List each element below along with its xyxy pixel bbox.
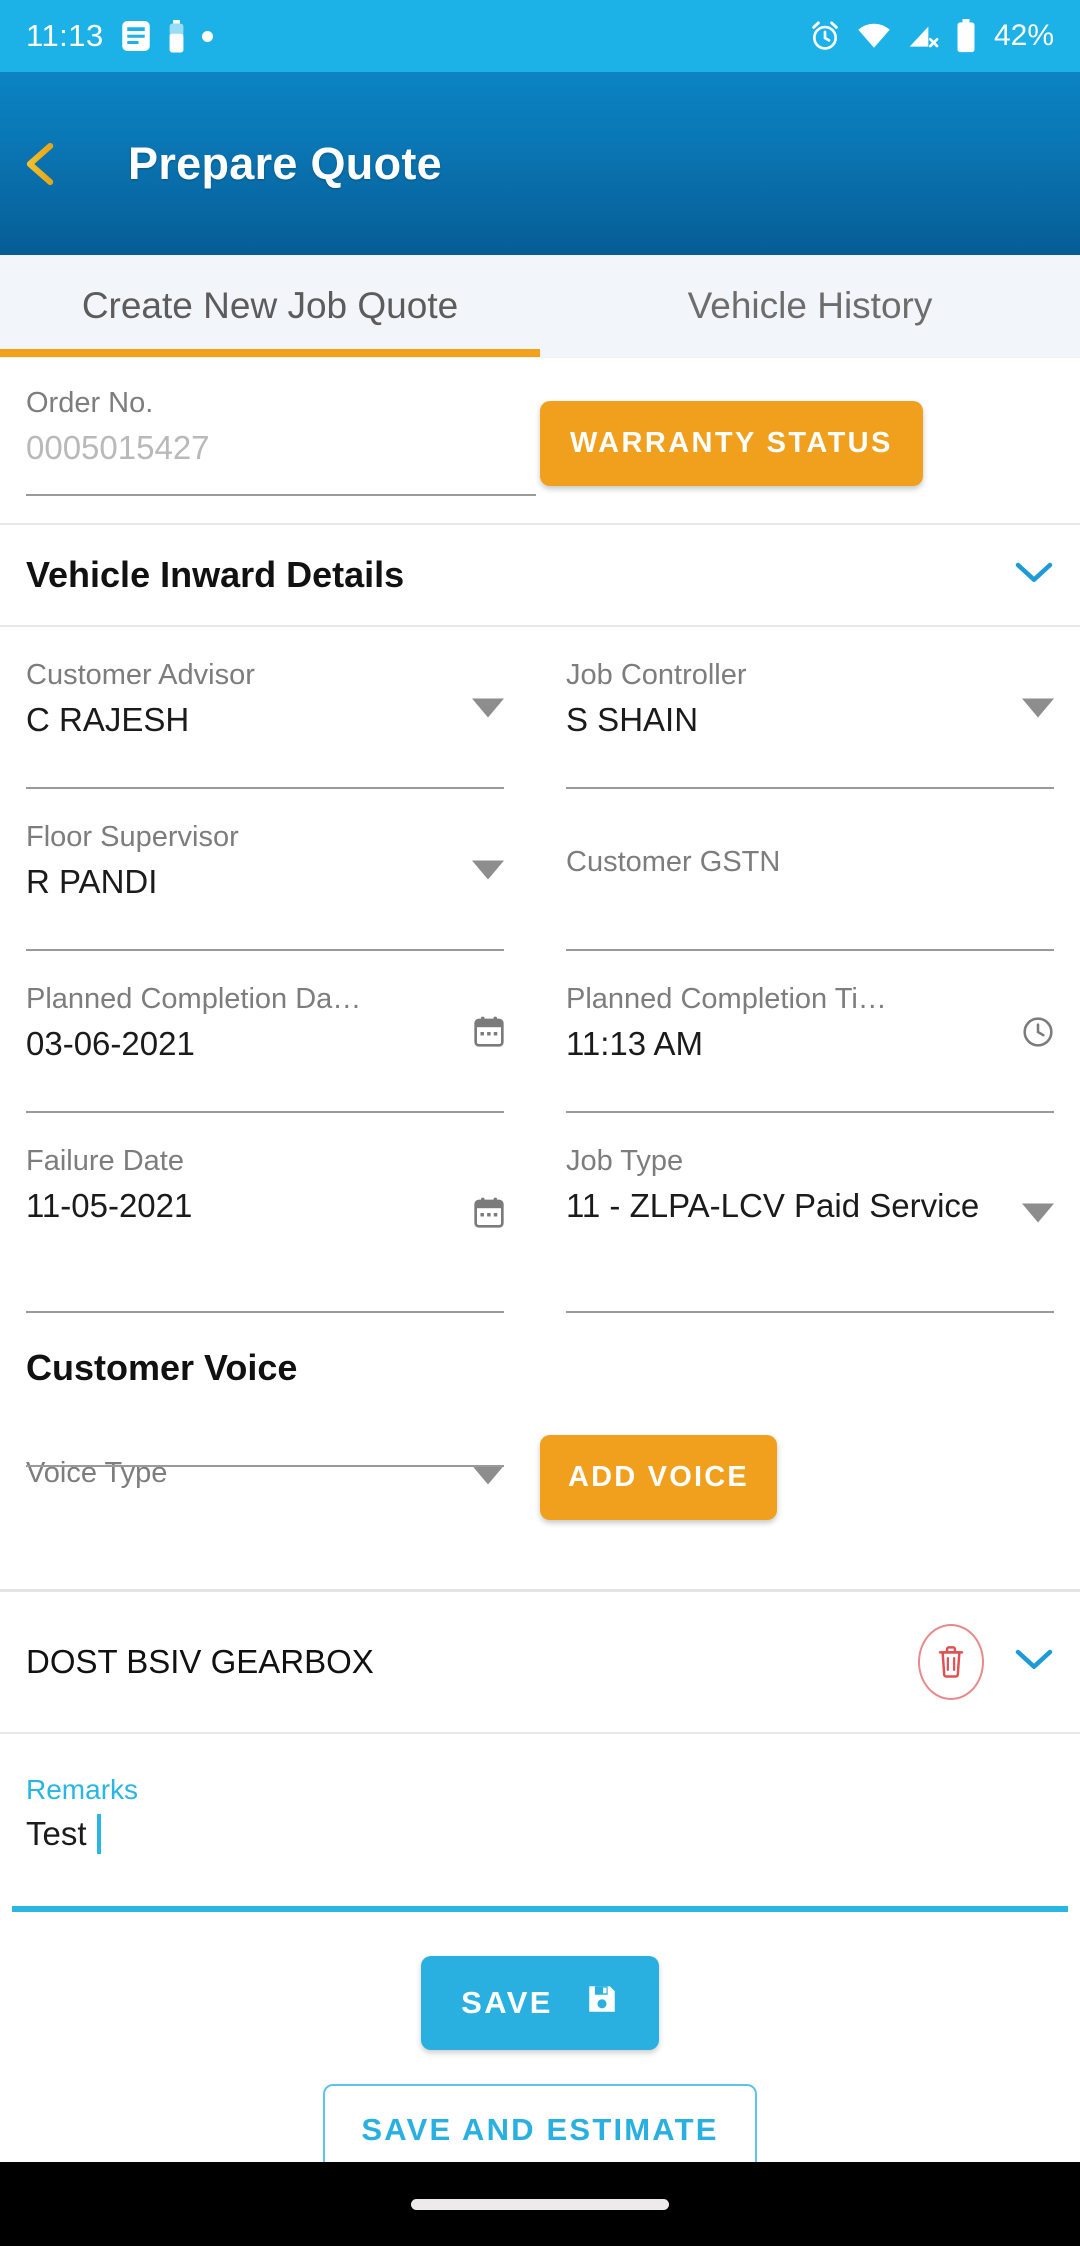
field-underline [566,1311,1054,1313]
calendar-icon[interactable] [474,1197,504,1229]
field-label: Customer GSTN [566,845,781,878]
field-job-controller[interactable]: Job Controller S SHAIN [540,627,1080,789]
vehicle-inward-section-header[interactable]: Vehicle Inward Details [0,525,1080,625]
notes-icon [121,19,151,53]
battery-percent: 42% [993,19,1054,52]
remarks-underline [12,1906,1068,1912]
field-value: 11 - ZLPA-LCV Paid Service [566,1187,980,1225]
app-bar: Prepare Quote [0,72,1080,255]
action-buttons: SAVE SAVE AND ESTIMATE [0,1912,1080,2162]
save-and-estimate-button[interactable]: SAVE AND ESTIMATE [323,2084,757,2162]
field-label: Job Type [566,1145,684,1177]
caret-down-icon[interactable] [472,1465,504,1485]
back-arrow-icon[interactable] [24,134,98,194]
field-customer-advisor[interactable]: Customer Advisor C RAJESH [0,627,540,789]
field-value: R PANDI [26,863,158,901]
warranty-button-wrap: WARRANTY STATUS [540,385,1080,486]
field-value: 11-05-2021 [26,1187,193,1225]
voice-item-title: DOST BSIV GEARBOX [26,1643,374,1680]
gesture-pill[interactable] [411,2198,669,2210]
field-voice-type[interactable]: Voice Type [0,1399,540,1491]
save-button-label: SAVE [461,1985,553,2020]
status-time: 11:13 [26,18,104,53]
field-failure-date[interactable]: Failure Date 11-05-2021 [0,1113,540,1313]
alarm-icon [809,20,841,52]
voice-item-actions [918,1624,1054,1700]
page-title: Prepare Quote [128,137,442,189]
field-planned-completion-date[interactable]: Planned Completion Da… 03-06-2021 [0,951,540,1113]
tab-bar: Create New Job Quote Vehicle History [0,255,1080,357]
form-content: Order No. 0005015427 WARRANTY STATUS Veh… [0,357,1080,2162]
customer-voice-row: Voice Type ADD VOICE [0,1399,1080,1589]
caret-down-icon[interactable] [472,860,504,880]
wifi-icon [857,22,891,50]
customer-voice-title: Customer Voice [26,1347,298,1388]
dot-indicator-icon [201,30,213,42]
trash-icon[interactable] [918,1624,984,1700]
section-title: Vehicle Inward Details [26,554,405,595]
calendar-icon[interactable] [474,1016,504,1048]
tab-vehicle-history[interactable]: Vehicle History [540,255,1080,357]
status-bar-left: 11:13 [26,18,213,54]
field-label: Failure Date [26,1145,184,1177]
signal-off-icon [907,22,939,50]
remarks-value: Test [26,1815,87,1852]
status-bar: 11:13 42% [0,0,1080,72]
field-label: Customer Advisor [26,659,255,691]
battery-icon [955,19,977,53]
tab-label: Create New Job Quote [81,285,459,326]
status-bar-right: 42% [809,19,1054,53]
order-number-label: Order No. [26,387,154,419]
field-job-type[interactable]: Job Type 11 - ZLPA-LCV Paid Service [540,1113,1080,1313]
battery-small-icon [168,19,185,53]
tab-create-new-job-quote[interactable]: Create New Job Quote [0,255,540,357]
save-floppy-icon [585,1982,619,2024]
caret-down-icon[interactable] [1022,1203,1054,1223]
system-nav-bar [0,2162,1080,2246]
caret-down-icon[interactable] [472,698,504,718]
field-customer-gstn[interactable]: Customer GSTN [540,789,1080,951]
order-row: Order No. 0005015427 WARRANTY STATUS [0,357,1080,523]
field-label: Job Controller [566,659,747,691]
field-value: S SHAIN [566,701,699,739]
order-number-value: 0005015427 [26,429,210,467]
add-voice-wrap: ADD VOICE [540,1399,1080,1520]
order-underline [26,494,536,497]
field-planned-completion-time[interactable]: Planned Completion Ti… 11:13 AM [540,951,1080,1113]
field-value: 11:13 AM [566,1025,703,1063]
voice-item-row[interactable]: DOST BSIV GEARBOX [0,1592,1080,1732]
caret-down-icon[interactable] [1022,698,1054,718]
field-underline [26,1311,504,1313]
remarks-label: Remarks [26,1774,139,1805]
clock-icon[interactable] [1022,1016,1054,1048]
field-remarks[interactable]: Remarks Test [0,1734,1080,1912]
field-value: 03-06-2021 [26,1025,195,1063]
remarks-value-row: Test [26,1814,1054,1854]
customer-voice-header: Customer Voice [0,1313,1080,1399]
field-label: Floor Supervisor [26,821,239,853]
field-label: Voice Type [26,1457,168,1489]
field-underline [26,1465,504,1468]
chevron-down-icon[interactable] [1014,560,1054,591]
order-number-field[interactable]: Order No. 0005015427 [0,385,540,497]
field-value: C RAJESH [26,701,190,739]
phone-screen: 11:13 42% Prepare Quote Create New Job Q… [0,0,1080,2246]
text-cursor [96,1814,101,1854]
add-voice-button[interactable]: ADD VOICE [540,1435,777,1520]
field-label: Planned Completion Ti… [566,983,887,1015]
save-button[interactable]: SAVE [421,1956,659,2050]
field-label: Planned Completion Da… [26,983,362,1015]
field-floor-supervisor[interactable]: Floor Supervisor R PANDI [0,789,540,951]
warranty-status-button[interactable]: WARRANTY STATUS [540,401,923,486]
chevron-down-icon[interactable] [1014,1647,1054,1678]
tab-label: Vehicle History [687,285,933,326]
vehicle-inward-fields: Customer Advisor C RAJESH Job Controller… [0,627,1080,1313]
